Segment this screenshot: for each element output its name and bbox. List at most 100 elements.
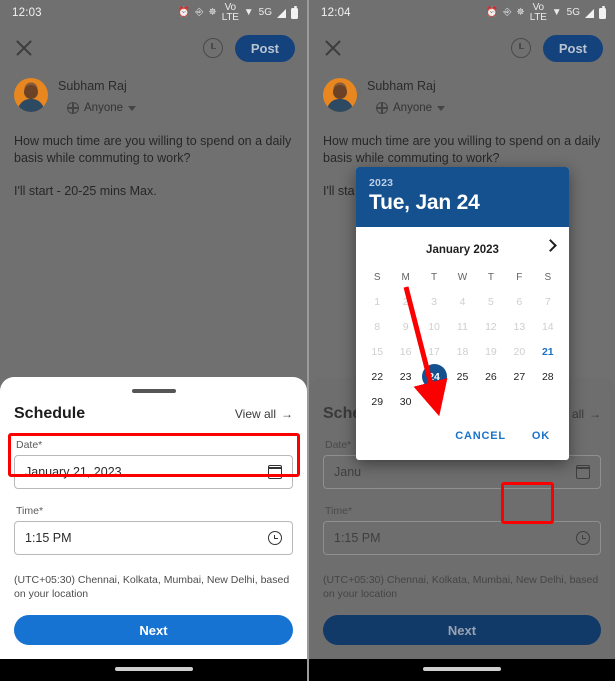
date-field[interactable]: Janu — [323, 455, 601, 489]
close-icon[interactable] — [321, 36, 345, 60]
date-picker-headline: Tue, Jan 24 — [369, 191, 480, 214]
time-field[interactable]: 1:15 PM — [14, 521, 293, 555]
date-field-label: Date* — [16, 439, 43, 451]
calendar-icon — [267, 465, 282, 479]
view-all-label: View all — [234, 407, 276, 421]
month-navigation-row: January 2023 — [356, 232, 569, 268]
time-field[interactable]: 1:15 PM — [323, 521, 601, 555]
nav-home-pill[interactable] — [423, 667, 501, 671]
calendar-day[interactable]: 31 — [420, 389, 448, 414]
next-button[interactable]: Next — [323, 615, 601, 645]
calendar-day: 5 — [488, 295, 494, 308]
date-picker-year[interactable]: 2023 — [369, 177, 556, 189]
status-time-right: 12:04 — [321, 7, 351, 19]
avatar[interactable] — [323, 78, 357, 112]
calendar-day[interactable]: 29 — [363, 389, 391, 414]
post-button[interactable]: Post — [542, 34, 603, 62]
calendar-day[interactable]: 26 — [477, 364, 505, 389]
day-of-week-header: F — [516, 272, 523, 283]
signal-icon — [277, 8, 286, 18]
month-label[interactable]: January 2023 — [426, 244, 499, 256]
left-panel: 12:03 ⏰ ⎆ ✵ Vo LTE ▼ 5G Post Subham Raj … — [0, 0, 307, 681]
calendar-day: 1 — [374, 295, 381, 308]
clock-icon — [576, 531, 590, 545]
close-icon[interactable] — [12, 36, 36, 60]
5g-icon: 5G — [566, 7, 580, 18]
post-content: How much time are you willing to spend o… — [0, 119, 307, 200]
globe-icon — [375, 101, 388, 114]
sheet-header: Schedule View all → — [14, 405, 293, 423]
calendar-day[interactable]: 21 — [534, 339, 562, 364]
status-time: 12:03 — [12, 7, 42, 19]
calendar-day[interactable]: 23 — [391, 364, 419, 389]
audience-selector[interactable]: Anyone — [58, 98, 146, 118]
app-bar-actions-right: Post — [510, 34, 603, 62]
system-nav-bar — [309, 659, 615, 681]
wifi-icon: ▼ — [551, 7, 562, 18]
calendar-day[interactable]: 30 — [391, 389, 419, 414]
calendar-day: 11 — [457, 320, 468, 333]
battery-icon — [599, 5, 606, 19]
post-button[interactable]: Post — [234, 34, 295, 62]
chevron-right-icon[interactable] — [544, 239, 557, 252]
time-field-value: 1:15 PM — [334, 531, 381, 545]
nfc-icon: ⎆ — [503, 7, 512, 18]
post-line-1: How much time are you willing to spend o… — [14, 134, 292, 165]
sheet-grabber[interactable] — [131, 389, 176, 393]
date-picker-header: 2023 Tue, Jan 24 — [356, 167, 569, 227]
calendar-day: 16 — [399, 345, 412, 358]
date-picker-dialog: 2023 Tue, Jan 24 January 2023 SMTWTFS123… — [356, 167, 569, 460]
calendar-grid: S M T W T F S 1 2 3 4 5 6 7 8 9 10 11 12 13 14 15 16 17 18 19 20 21… — [356, 268, 569, 420]
calendar-day-selected-circle: 24 — [421, 364, 447, 389]
day-of-week-header: S — [544, 272, 552, 283]
calendar-day: 10 — [428, 320, 440, 333]
calendar-day[interactable]: 24 — [420, 364, 448, 389]
day-of-week-header: M — [401, 272, 410, 283]
calendar-day: 9 — [402, 320, 409, 333]
calendar-day[interactable]: 27 — [505, 364, 533, 389]
next-button[interactable]: Next — [14, 615, 293, 645]
volte-icon: Vo LTE — [529, 2, 547, 23]
time-field-label: Time* — [16, 505, 44, 517]
chevron-down-icon — [128, 105, 137, 111]
calendar-day: 20 — [513, 345, 526, 358]
view-all-link[interactable]: View all → — [235, 407, 293, 421]
app-bar-actions: Post — [202, 34, 295, 62]
day-of-week-header: T — [431, 272, 438, 283]
avatar[interactable] — [14, 78, 48, 112]
chevron-down-icon — [437, 105, 446, 111]
post-line-2: I'll start - 20-25 mins Max. — [14, 184, 157, 198]
status-bar-right: 12:04 ⏰ ⎆ ✵ Vo LTE ▼ 5G — [309, 0, 615, 26]
calendar-day[interactable]: 28 — [534, 364, 562, 389]
alarm-icon: ⏰ — [177, 7, 191, 18]
audience-label: Anyone — [393, 102, 433, 114]
calendar-day: 8 — [374, 320, 381, 333]
date-field-value-partial: Janu — [334, 465, 362, 479]
nav-home-pill[interactable] — [114, 667, 193, 671]
post-line-1: How much time are you willing to spend o… — [323, 134, 601, 165]
bluetooth-icon: ✵ — [208, 7, 217, 18]
app-bar-right: Post — [309, 26, 615, 70]
schedule-clock-icon[interactable] — [510, 38, 531, 58]
alarm-icon: ⏰ — [485, 7, 499, 18]
day-of-week-header: W — [457, 272, 468, 283]
time-field-value: 1:15 PM — [25, 531, 72, 545]
calendar-day[interactable]: 22 — [363, 364, 391, 389]
view-all-label-partial: all — [571, 407, 584, 421]
timezone-note: (UTC+05:30) Chennai, Kolkata, Mumbai, Ne… — [14, 574, 290, 600]
calendar-day: 14 — [541, 320, 554, 333]
calendar-day[interactable]: 25 — [448, 364, 476, 389]
sheet-title: Schedule — [14, 405, 86, 422]
right-panel: 12:04 ⏰ ⎆ ✵ Vo LTE ▼ 5G Post Subham Raj … — [307, 0, 615, 681]
signal-icon — [585, 8, 594, 18]
date-field[interactable]: January 21, 2023 — [14, 455, 293, 489]
day-of-week-header: S — [373, 272, 381, 283]
author-name: Subham Raj — [367, 79, 436, 93]
audience-selector[interactable]: Anyone — [367, 98, 455, 118]
system-nav-bar — [0, 659, 307, 681]
cancel-button[interactable]: CANCEL — [446, 424, 515, 448]
ok-button[interactable]: OK — [523, 424, 559, 448]
author-meta: Subham Raj Anyone — [58, 78, 146, 119]
schedule-clock-icon[interactable] — [202, 38, 223, 58]
view-all-link[interactable]: all → — [572, 407, 601, 421]
